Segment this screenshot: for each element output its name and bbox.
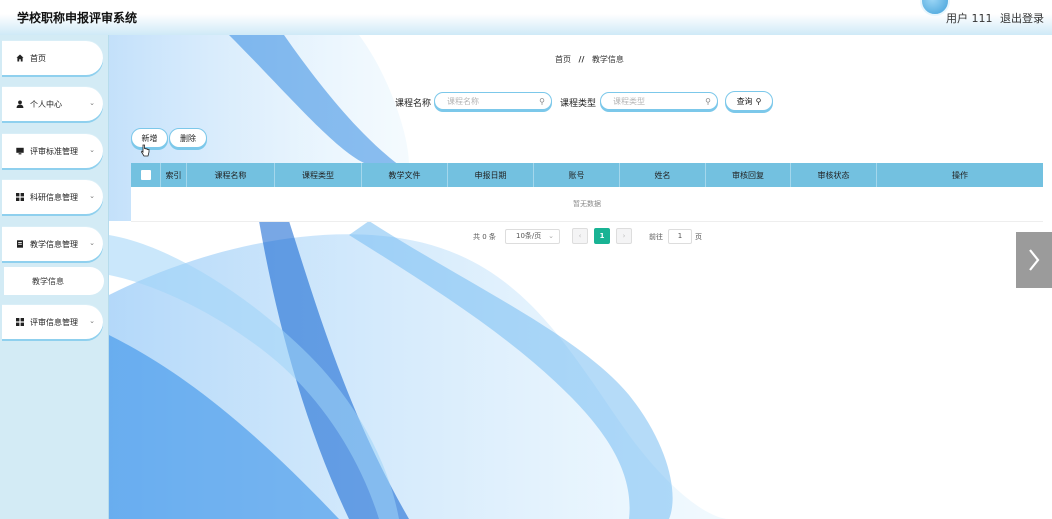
- course-name-label: 课程名称: [395, 99, 432, 109]
- sidebar-item-personal-center[interactable]: 个人中心 ⌄: [2, 87, 103, 121]
- chevron-down-icon: ⌄: [89, 317, 95, 325]
- chevron-down-icon: ⌄: [89, 192, 95, 200]
- column-header: 操作: [952, 170, 968, 180]
- home-icon: [16, 54, 24, 62]
- search-icon: ⚲: [705, 97, 711, 106]
- mouse-cursor-icon: [141, 144, 150, 157]
- user-label: 用户 111: [946, 12, 993, 25]
- breadcrumb-separator: //: [578, 55, 585, 64]
- page-size-select[interactable]: 10条/页 ⌄: [505, 229, 560, 244]
- grid-icon: [16, 193, 24, 201]
- logout-link[interactable]: 退出登录: [1000, 10, 1044, 26]
- sidebar-subitem-label: 教学信息: [32, 276, 64, 286]
- grid-icon: [16, 318, 24, 326]
- page-unit-label: 页: [695, 233, 702, 241]
- column-header[interactable]: 账号: [534, 163, 620, 187]
- column-header[interactable]: 索引: [161, 163, 187, 187]
- chevron-down-icon: ⌄: [548, 232, 554, 240]
- breadcrumb-current: 教学信息: [591, 55, 624, 64]
- course-name-field[interactable]: ⚲: [434, 92, 552, 110]
- sidebar-item-label: 科研信息管理: [30, 192, 78, 202]
- sidebar-item-label: 首页: [30, 53, 46, 63]
- pagination-total: 共 0 条: [473, 233, 496, 241]
- table-header: 索引 课程名称 课程类型 教学文件 申报日期 账号 姓名 审核回复 审核状态 操…: [131, 163, 1043, 187]
- delete-button-label: 删除: [180, 133, 196, 143]
- empty-table-message: 暂无数据: [131, 187, 1043, 222]
- sidebar-item-label: 评审信息管理: [30, 317, 78, 327]
- document-icon: [16, 240, 24, 248]
- sidebar-item-review-info[interactable]: 评审信息管理 ⌄: [2, 305, 103, 339]
- query-button-label: 查询: [736, 96, 753, 106]
- breadcrumb-home[interactable]: 首页: [555, 55, 571, 64]
- delete-button[interactable]: 删除: [169, 128, 207, 148]
- carousel-next-button[interactable]: [1016, 232, 1052, 288]
- search-icon: ⚲: [539, 97, 545, 106]
- column-header[interactable]: 教学文件: [362, 163, 448, 187]
- column-header[interactable]: 课程类型: [275, 163, 362, 187]
- column-header[interactable]: 课程名称: [187, 163, 275, 187]
- chevron-down-icon: ⌄: [89, 239, 95, 247]
- main-content: 首页 // 教学信息 课程名称 ⚲ 课程类型 ⚲ 查询 ⚲ 新增 删除 索引 课…: [109, 35, 1052, 519]
- course-name-input[interactable]: [445, 96, 539, 107]
- add-button-label: 新增: [141, 133, 158, 143]
- goto-label: 前往: [649, 233, 663, 241]
- monitor-icon: [16, 147, 24, 155]
- select-all-cell: [131, 163, 161, 187]
- next-page-button[interactable]: ›: [616, 228, 632, 244]
- query-button[interactable]: 查询 ⚲: [725, 91, 773, 111]
- data-table: 索引 课程名称 课程类型 教学文件 申报日期 账号 姓名 审核回复 审核状态 操…: [131, 163, 1043, 222]
- top-header: 学校职称申报评审系统 用户 111 退出登录: [0, 0, 1052, 36]
- page-size-value: 10条/页: [516, 232, 542, 240]
- column-header[interactable]: 审核回复: [706, 163, 791, 187]
- sidebar-item-label: 个人中心: [30, 99, 62, 109]
- chevron-right-icon: [1029, 249, 1040, 271]
- column-header[interactable]: 申报日期: [448, 163, 534, 187]
- app-title: 学校职称申报评审系统: [17, 11, 138, 25]
- course-type-label: 课程类型: [560, 99, 597, 109]
- course-type-field[interactable]: ⚲: [600, 92, 718, 110]
- select-all-checkbox[interactable]: [140, 170, 151, 180]
- chevron-down-icon: ⌄: [89, 146, 95, 154]
- sidebar-item-home[interactable]: 首页: [2, 41, 103, 75]
- sidebar: 首页 个人中心 ⌄ 评审标准管理 ⌄ 科研信息管理 ⌄ 教学信息管理 ⌄ 教学信…: [0, 35, 109, 519]
- course-type-input[interactable]: [611, 96, 705, 107]
- sidebar-item-research-info[interactable]: 科研信息管理 ⌄: [2, 180, 103, 214]
- sidebar-item-label: 教学信息管理: [30, 239, 78, 249]
- sidebar-item-label: 评审标准管理: [30, 146, 78, 156]
- sidebar-subitem-teaching-info[interactable]: 教学信息: [4, 267, 104, 295]
- sidebar-item-teaching-info[interactable]: 教学信息管理 ⌄: [2, 227, 103, 261]
- current-page-button[interactable]: 1: [594, 228, 610, 244]
- chevron-down-icon: ⌄: [89, 99, 95, 107]
- user-icon: [16, 100, 24, 108]
- prev-page-button[interactable]: ‹: [572, 228, 588, 244]
- breadcrumb: 首页 // 教学信息: [555, 54, 624, 65]
- goto-page-input[interactable]: 1: [668, 229, 692, 244]
- search-icon: ⚲: [755, 96, 762, 106]
- column-header[interactable]: 姓名: [620, 163, 706, 187]
- column-header[interactable]: 审核状态: [791, 163, 877, 187]
- sidebar-item-review-standards[interactable]: 评审标准管理 ⌄: [2, 134, 103, 168]
